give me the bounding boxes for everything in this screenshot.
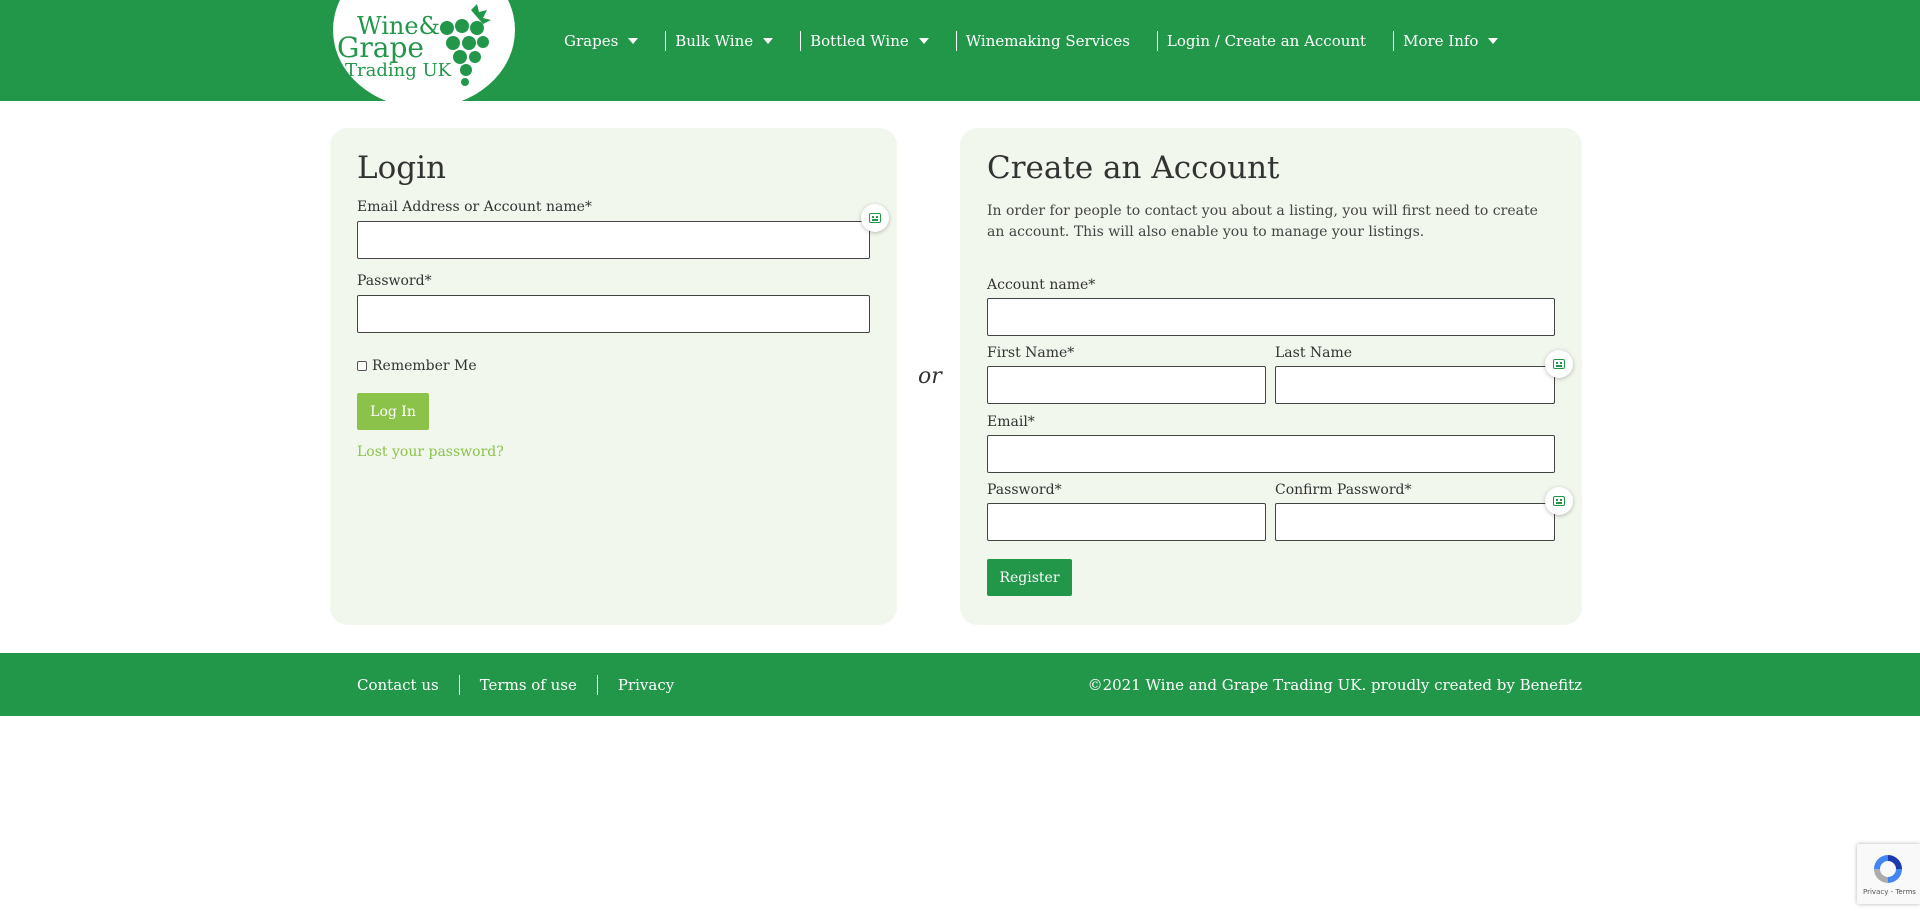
caret-down-icon <box>628 38 639 44</box>
nav-item-label: More Info <box>1403 32 1479 50</box>
nav-item-bulk-wine[interactable]: Bulk Wine <box>665 31 782 51</box>
nav-item-label: Grapes <box>564 32 619 50</box>
site-logo[interactable]: Wine& Grape Trading UK <box>333 0 515 108</box>
id-card-icon <box>1553 496 1565 506</box>
remember-me-row: Remember Me <box>357 358 477 374</box>
confirm-password-label: Confirm Password* <box>1275 482 1412 498</box>
nav-item-login-create-account[interactable]: Login / Create an Account <box>1156 31 1375 51</box>
caret-down-icon <box>763 38 774 44</box>
footer-links: Contact us Terms of use Privacy <box>357 653 694 716</box>
id-card-icon <box>1553 359 1565 369</box>
nav-item-label: Login / Create an Account <box>1166 32 1367 50</box>
login-email-input[interactable] <box>357 221 870 259</box>
caret-down-icon <box>918 38 929 44</box>
recaptcha-privacy-terms[interactable]: Privacy - Terms <box>1863 888 1916 896</box>
register-password-input[interactable] <box>987 503 1266 541</box>
register-email-input[interactable] <box>987 435 1555 473</box>
email-label: Email* <box>987 414 1035 430</box>
caret-down-icon <box>1488 38 1499 44</box>
first-name-input[interactable] <box>987 366 1266 404</box>
login-title: Login <box>357 150 446 186</box>
recaptcha-badge[interactable]: Privacy - Terms <box>1857 844 1920 904</box>
logo-line-2: Grape <box>337 31 424 64</box>
lost-password-link[interactable]: Lost your password? <box>357 444 504 460</box>
nav-item-bottled-wine[interactable]: Bottled Wine <box>800 31 938 51</box>
login-button[interactable]: Log In <box>357 393 429 430</box>
autofill-badge[interactable] <box>1545 487 1573 515</box>
copyright-text: ©2021 Wine and Grape Trading UK. proudly… <box>1087 675 1582 694</box>
nav-item-label: Bottled Wine <box>810 32 909 50</box>
register-title: Create an Account <box>987 150 1280 186</box>
site-footer: Contact us Terms of use Privacy ©2021 Wi… <box>0 653 1920 716</box>
account-name-input[interactable] <box>987 298 1555 336</box>
site-header: Wine& Grape Trading UK Grapes Bulk Wine <box>0 0 1920 108</box>
confirm-password-input[interactable] <box>1275 503 1555 541</box>
recaptcha-icon <box>1874 855 1902 883</box>
register-button[interactable]: Register <box>987 559 1072 596</box>
email-label: Email Address or Account name* <box>357 199 592 215</box>
remember-me-label: Remember Me <box>372 358 477 374</box>
nav-item-label: Winemaking Services <box>965 32 1130 50</box>
login-password-input[interactable] <box>357 295 870 333</box>
footer-link-contact[interactable]: Contact us <box>357 675 459 695</box>
password-label: Password* <box>357 273 432 289</box>
register-panel: Create an Account In order for people to… <box>960 128 1582 625</box>
footer-link-privacy[interactable]: Privacy <box>596 674 694 695</box>
or-separator: or <box>918 364 942 389</box>
grapes-icon <box>440 4 491 86</box>
nav-item-grapes[interactable]: Grapes <box>555 31 647 51</box>
last-name-label: Last Name <box>1275 345 1353 361</box>
footer-link-terms[interactable]: Terms of use <box>458 674 597 695</box>
account-name-label: Account name* <box>987 277 1096 293</box>
nav-item-more-info[interactable]: More Info <box>1393 31 1507 51</box>
autofill-badge[interactable] <box>861 204 889 232</box>
main-navigation: Grapes Bulk Wine Bottled Wine Winemaking… <box>555 0 1507 82</box>
autofill-badge[interactable] <box>1545 350 1573 378</box>
login-panel: Login Email Address or Account name* Pas… <box>330 128 897 625</box>
password-label: Password* <box>987 482 1062 498</box>
last-name-input[interactable] <box>1275 366 1555 404</box>
nav-item-label: Bulk Wine <box>675 32 754 50</box>
register-intro-text: In order for people to contact you about… <box>987 203 1538 240</box>
remember-me-checkbox[interactable] <box>357 361 367 371</box>
first-name-label: First Name* <box>987 345 1075 361</box>
nav-item-winemaking-services[interactable]: Winemaking Services <box>955 31 1139 51</box>
id-card-icon <box>869 213 881 223</box>
